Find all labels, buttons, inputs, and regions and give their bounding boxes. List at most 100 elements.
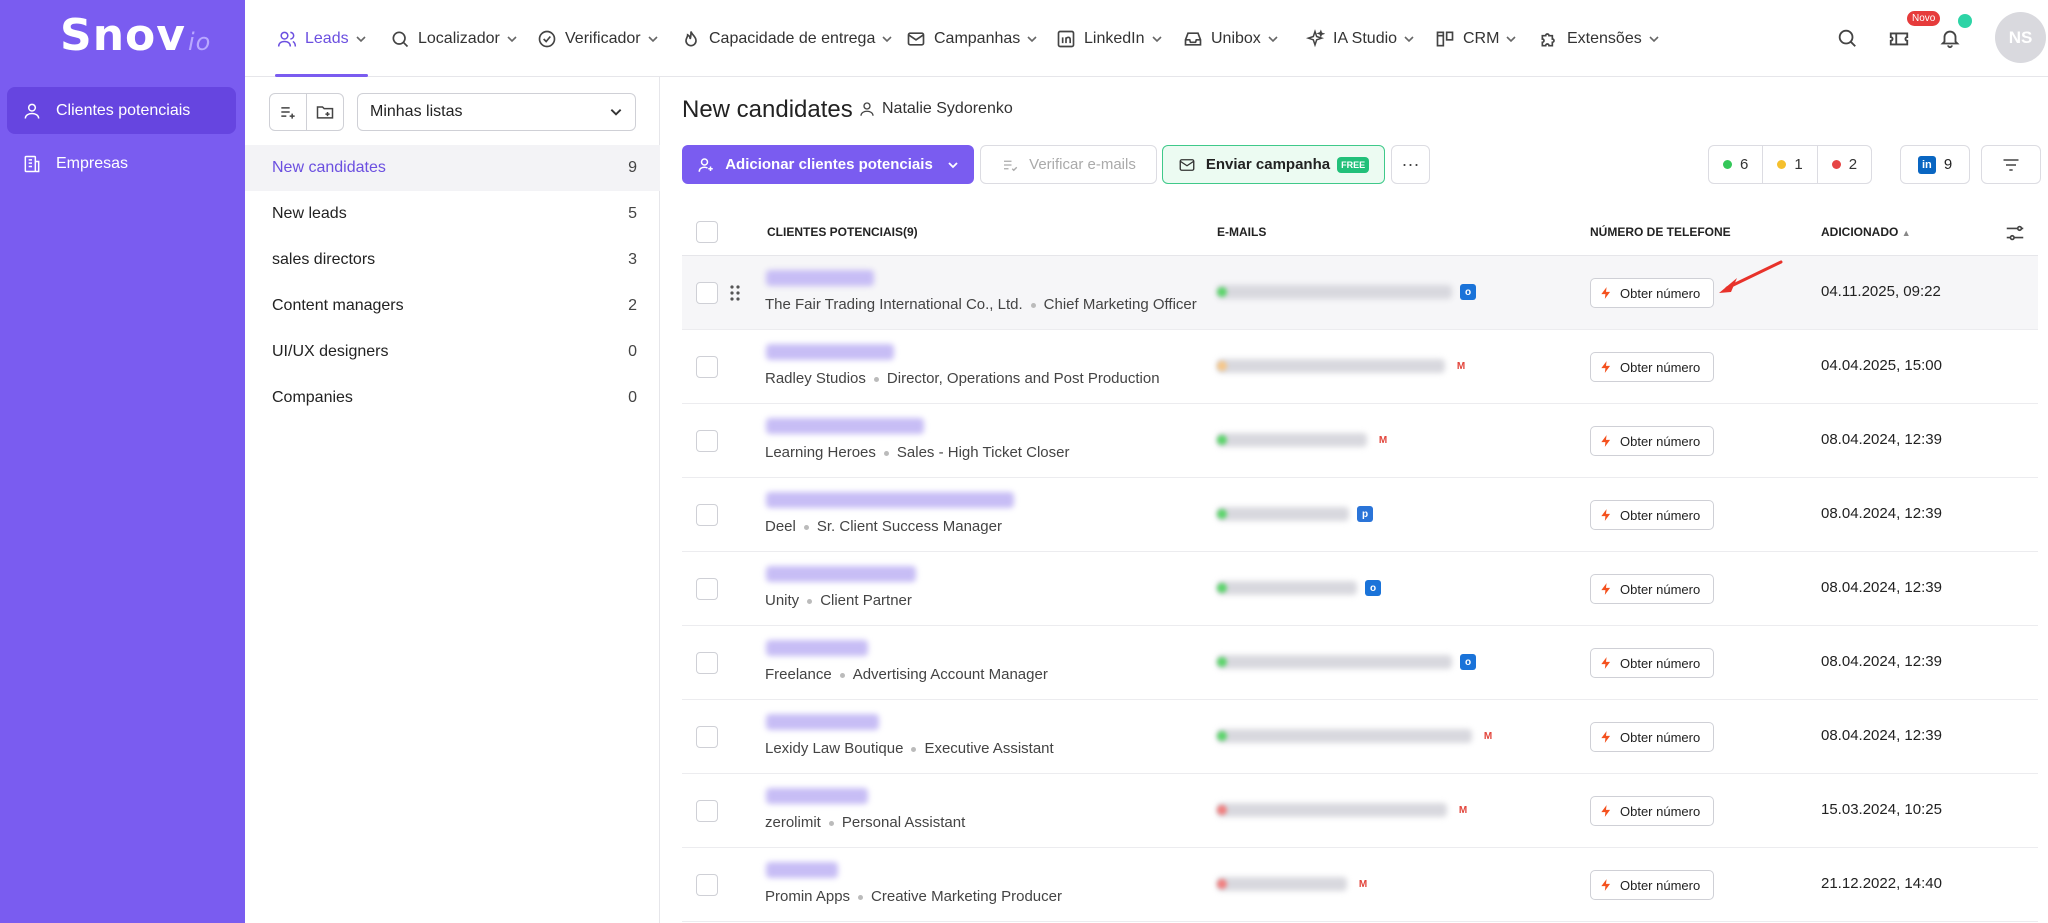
row-checkbox[interactable]	[696, 726, 718, 748]
lead-name-redacted[interactable]	[766, 862, 838, 878]
list-item-sales-directors[interactable]: sales directors 3	[245, 237, 660, 283]
lead-name-redacted[interactable]	[766, 270, 874, 286]
email-status-dot	[1217, 657, 1227, 667]
table-row[interactable]: Radley Studios Director, Operations and P…	[682, 330, 2038, 404]
nav-crm[interactable]: CRM	[1435, 0, 1517, 77]
table-row[interactable]: Learning Heroes Sales - High Ticket Close…	[682, 404, 2038, 478]
column-header-phone[interactable]: NÚMERO DE TELEFONE	[1590, 225, 1731, 239]
unverified-emails-stat[interactable]: 1	[1762, 146, 1816, 183]
tickets-button[interactable]	[1884, 23, 1914, 53]
nav-campaigns[interactable]: Campanhas	[906, 0, 1038, 77]
list-item-content-managers[interactable]: Content managers 2	[245, 283, 660, 329]
table-row[interactable]: Freelance Advertising Account Manager o O…	[682, 626, 2038, 700]
send-campaign-button[interactable]: Enviar campanha FREE	[1162, 145, 1385, 184]
list-item-new-leads[interactable]: New leads 5	[245, 191, 660, 237]
lead-email-redacted[interactable]	[1217, 507, 1349, 521]
column-header-added[interactable]: ADICIONADO ▲	[1821, 225, 1911, 239]
lead-email-redacted[interactable]	[1217, 359, 1445, 373]
added-date: 08.04.2024, 12:39	[1821, 727, 1942, 744]
create-list-button[interactable]	[270, 94, 306, 130]
chevron-down-icon	[1268, 35, 1278, 42]
invalid-emails-stat[interactable]: 2	[1816, 146, 1871, 183]
get-phone-button[interactable]: Obter número	[1590, 870, 1714, 900]
add-leads-button[interactable]: Adicionar clientes potenciais	[682, 145, 974, 184]
lead-name-redacted[interactable]	[766, 714, 879, 730]
gmail-icon: M	[1375, 432, 1391, 448]
lead-email-redacted[interactable]	[1217, 655, 1452, 669]
row-checkbox[interactable]	[696, 578, 718, 600]
lead-name-redacted[interactable]	[766, 640, 868, 656]
valid-emails-stat[interactable]: 6	[1709, 146, 1762, 183]
snovio-logo[interactable]: Snovio	[60, 10, 211, 61]
table-row[interactable]: The Fair Trading International Co., Ltd.…	[682, 256, 2038, 330]
lists-dropdown[interactable]: Minhas listas	[357, 93, 636, 131]
list-item-uiux-designers[interactable]: UI/UX designers 0	[245, 329, 660, 375]
row-checkbox[interactable]	[696, 800, 718, 822]
get-phone-button[interactable]: Obter número	[1590, 278, 1714, 308]
lead-email-redacted[interactable]	[1217, 285, 1452, 299]
lead-name-redacted[interactable]	[766, 566, 916, 582]
lead-email-redacted[interactable]	[1217, 581, 1357, 595]
nav-verifier[interactable]: Verificador	[537, 0, 659, 77]
create-folder-button[interactable]	[306, 94, 343, 130]
filter-icon	[2003, 158, 2019, 171]
lead-name-redacted[interactable]	[766, 492, 1014, 508]
column-header-emails[interactable]: E-MAILS	[1217, 225, 1266, 239]
drag-handle-icon[interactable]	[728, 283, 742, 303]
get-phone-button[interactable]: Obter número	[1590, 426, 1714, 456]
column-settings-icon[interactable]	[2004, 222, 2026, 244]
table-row[interactable]: Lexidy Law Boutique Executive Assistant M…	[682, 700, 2038, 774]
list-item-new-candidates[interactable]: New candidates 9	[245, 145, 660, 191]
more-actions-button[interactable]: ···	[1391, 145, 1430, 184]
row-checkbox[interactable]	[696, 874, 718, 896]
filter-button[interactable]	[1981, 145, 2041, 184]
row-checkbox[interactable]	[696, 652, 718, 674]
lead-name-redacted[interactable]	[766, 418, 924, 434]
get-phone-button[interactable]: Obter número	[1590, 352, 1714, 382]
lead-name-redacted[interactable]	[766, 344, 894, 360]
lead-email-redacted[interactable]	[1217, 803, 1447, 817]
row-checkbox[interactable]	[696, 430, 718, 452]
nav-ai-studio[interactable]: IA Studio	[1305, 0, 1415, 77]
global-search-button[interactable]	[1832, 23, 1862, 53]
added-date: 08.04.2024, 12:39	[1821, 505, 1942, 522]
row-checkbox[interactable]	[696, 504, 718, 526]
table-row[interactable]: Unity Client Partner o Obter número 08.04…	[682, 552, 2038, 626]
table-row[interactable]: Deel Sr. Client Success Manager p Obter n…	[682, 478, 2038, 552]
linkedin-count-stat[interactable]: in 9	[1900, 145, 1970, 184]
lead-email-redacted[interactable]	[1217, 729, 1472, 743]
get-phone-button[interactable]: Obter número	[1590, 574, 1714, 604]
nav-unibox[interactable]: Unibox	[1183, 0, 1279, 77]
mail-icon	[1179, 158, 1195, 171]
table-row[interactable]: zerolimit Personal Assistant M Obter núme…	[682, 774, 2038, 848]
row-checkbox[interactable]	[696, 356, 718, 378]
lead-email-redacted[interactable]	[1217, 877, 1347, 891]
lead-email-redacted[interactable]	[1217, 433, 1367, 447]
lead-name-redacted[interactable]	[766, 788, 868, 804]
added-date: 15.03.2024, 10:25	[1821, 801, 1942, 818]
puzzle-icon	[1541, 32, 1555, 46]
nav-extensions[interactable]: Extensões	[1539, 0, 1660, 77]
nav-linkedin[interactable]: LinkedIn	[1056, 0, 1163, 77]
nav-leads[interactable]: Leads	[277, 0, 367, 77]
get-phone-button[interactable]: Obter número	[1590, 648, 1714, 678]
nav-finder[interactable]: Localizador	[390, 0, 518, 77]
notifications-button[interactable]	[1935, 23, 1965, 53]
select-all-checkbox[interactable]	[696, 221, 718, 243]
row-checkbox[interactable]	[696, 282, 718, 304]
column-header-leads[interactable]: CLIENTES POTENCIAIS(9)	[767, 225, 918, 239]
verify-emails-button[interactable]: Verificar e-mails	[980, 145, 1157, 184]
get-phone-button[interactable]: Obter número	[1590, 500, 1714, 530]
table-row[interactable]: Promin Apps Creative Marketing Producer M…	[682, 848, 2038, 922]
get-phone-button[interactable]: Obter número	[1590, 722, 1714, 752]
nav-deliverability[interactable]: Capacidade de entrega	[681, 0, 893, 77]
add-folder-icon	[316, 106, 334, 119]
list-item-companies[interactable]: Companies 0	[245, 375, 660, 421]
get-phone-button[interactable]: Obter número	[1590, 796, 1714, 826]
sidebar-item-companies[interactable]: Empresas	[7, 140, 236, 187]
email-status-dot	[1217, 435, 1227, 445]
user-avatar[interactable]: NS	[1995, 12, 2046, 63]
sidebar-item-leads[interactable]: Clientes potenciais	[7, 87, 236, 134]
search-icon	[1838, 29, 1856, 47]
lightning-icon	[1601, 361, 1611, 373]
